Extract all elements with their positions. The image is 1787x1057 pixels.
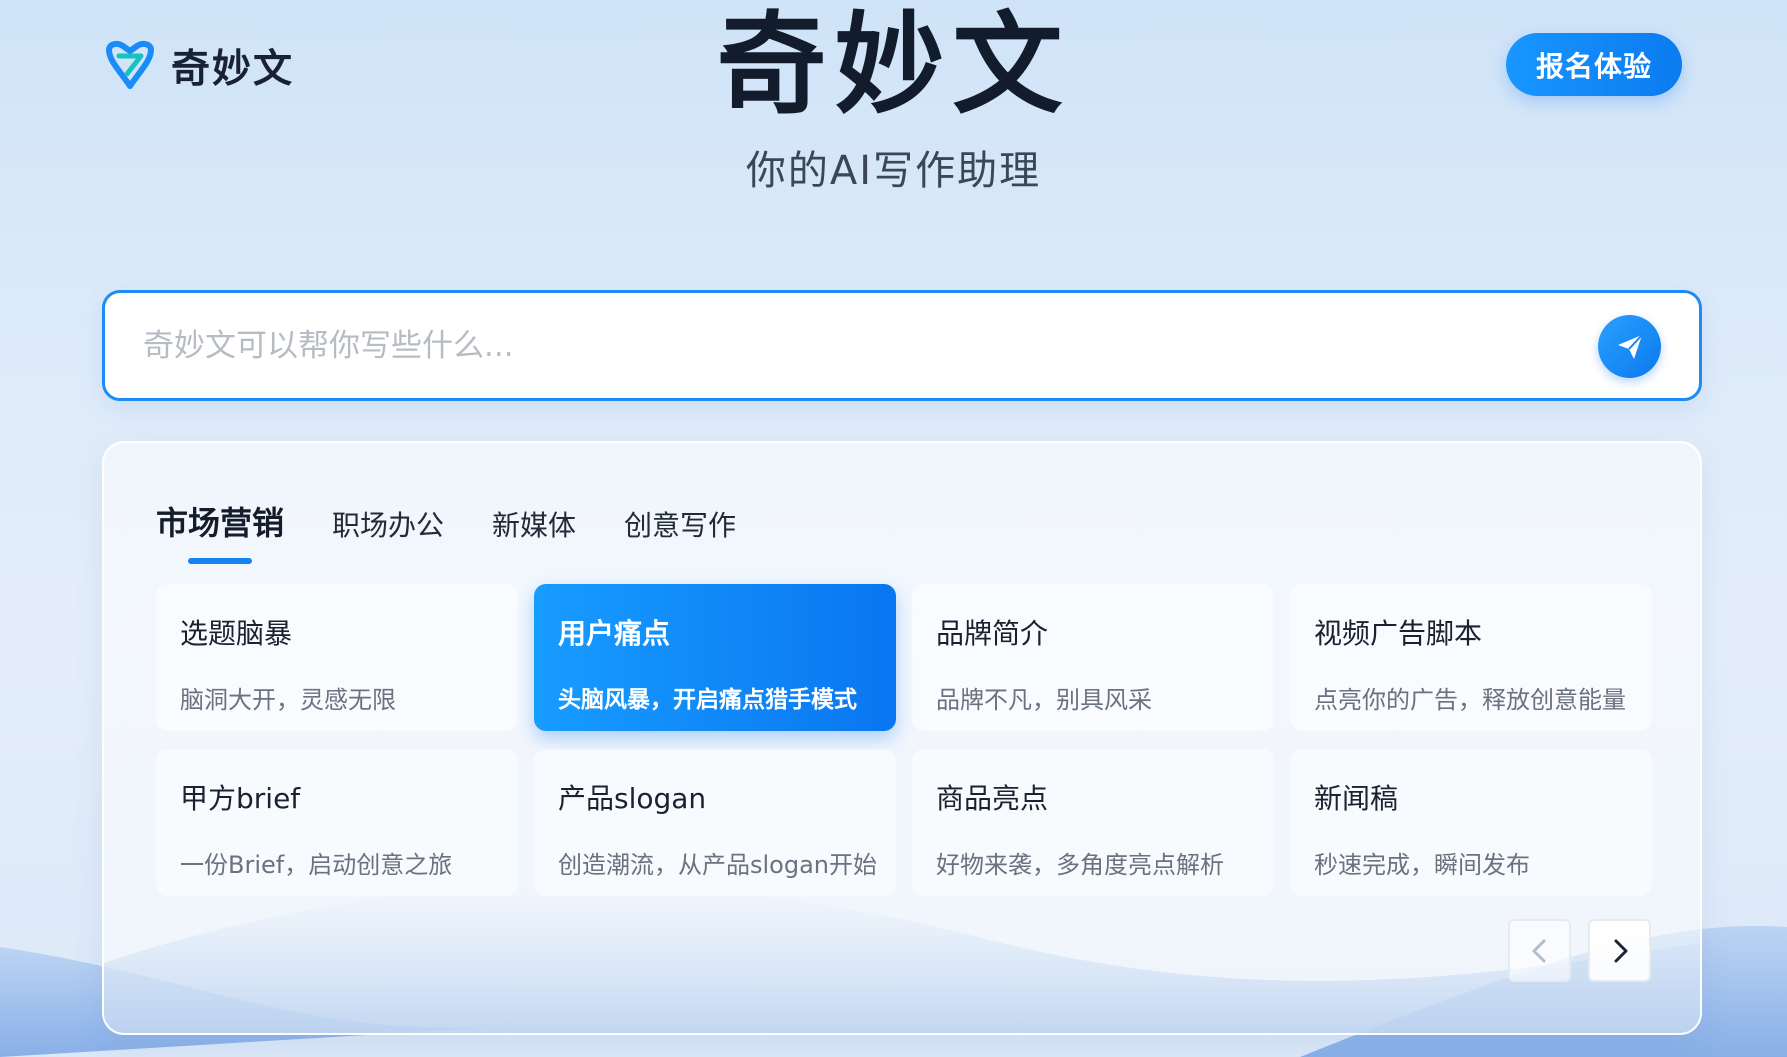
tab-label: 市场营销 — [156, 504, 285, 542]
card-description: 脑洞大开，灵感无限 — [180, 686, 396, 714]
tab-new-media[interactable]: 新媒体 — [492, 504, 576, 564]
hero-subtitle: 你的AI写作助理 — [745, 148, 1042, 194]
template-card[interactable]: 选题脑暴 脑洞大开，灵感无限 — [156, 584, 518, 731]
card-title: 视频广告脚本 — [1314, 617, 1483, 650]
tab-label: 创意写作 — [624, 509, 737, 542]
card-title: 品牌简介 — [936, 617, 1049, 650]
chevron-left-icon — [1532, 939, 1545, 962]
template-card-selected[interactable]: 用户痛点 头脑风暴，开启痛点猎手模式 — [534, 584, 896, 731]
template-card[interactable]: 甲方brief 一份Brief，启动创意之旅 — [156, 749, 518, 896]
logo-text: 奇妙文 — [171, 47, 295, 92]
paper-plane-icon — [1617, 333, 1643, 359]
card-description: 头脑风暴，开启痛点猎手模式 — [558, 687, 857, 713]
tab-active-indicator — [188, 558, 252, 564]
qimiaowen-logo-icon — [106, 40, 154, 89]
card-description: 秒速完成，瞬间发布 — [1314, 851, 1530, 879]
card-description: 创造潮流，从产品slogan开始 — [558, 851, 878, 879]
card-description: 好物来袭，多角度亮点解析 — [936, 851, 1224, 879]
search-input[interactable] — [143, 293, 1543, 398]
template-card[interactable]: 产品slogan 创造潮流，从产品slogan开始 — [534, 749, 896, 896]
template-cards: 选题脑暴 脑洞大开，灵感无限 用户痛点 头脑风暴，开启痛点猎手模式 品牌简介 品… — [156, 584, 1652, 896]
tab-creative-writing[interactable]: 创意写作 — [624, 504, 736, 564]
card-description: 品牌不凡，别具风采 — [936, 686, 1152, 714]
header: 奇妙文 报名体验 — [0, 0, 1787, 120]
card-title: 商品亮点 — [936, 782, 1049, 815]
search-box — [102, 290, 1702, 401]
template-panel: 市场营销 职场办公 新媒体 创意写作 选题脑暴 脑洞大开，灵感无限 用户痛点 头… — [102, 441, 1702, 1035]
tab-label: 职场办公 — [332, 509, 445, 542]
card-description: 一份Brief，启动创意之旅 — [180, 851, 453, 879]
previous-page-button[interactable] — [1508, 919, 1571, 982]
category-tabs: 市场营销 职场办公 新媒体 创意写作 — [156, 498, 784, 564]
signup-button[interactable]: 报名体验 — [1506, 33, 1682, 96]
card-title: 新闻稿 — [1314, 782, 1399, 815]
next-page-button[interactable] — [1588, 919, 1651, 982]
card-title: 用户痛点 — [558, 617, 671, 650]
card-title: 甲方brief — [180, 782, 301, 815]
card-title: 选题脑暴 — [180, 617, 293, 650]
tab-office[interactable]: 职场办公 — [332, 504, 444, 564]
template-card[interactable]: 视频广告脚本 点亮你的广告，释放创意能量 — [1290, 584, 1652, 731]
logo[interactable]: 奇妙文 — [103, 38, 294, 94]
card-description: 点亮你的广告，释放创意能量 — [1314, 686, 1626, 714]
send-button[interactable] — [1598, 315, 1661, 378]
template-card[interactable]: 商品亮点 好物来袭，多角度亮点解析 — [912, 749, 1274, 896]
chevron-right-icon — [1614, 939, 1627, 962]
tab-market-marketing[interactable]: 市场营销 — [156, 498, 284, 564]
template-card[interactable]: 新闻稿 秒速完成，瞬间发布 — [1290, 749, 1652, 896]
tab-label: 新媒体 — [492, 509, 577, 542]
card-title: 产品slogan — [558, 782, 707, 815]
template-card[interactable]: 品牌简介 品牌不凡，别具风采 — [912, 584, 1274, 731]
